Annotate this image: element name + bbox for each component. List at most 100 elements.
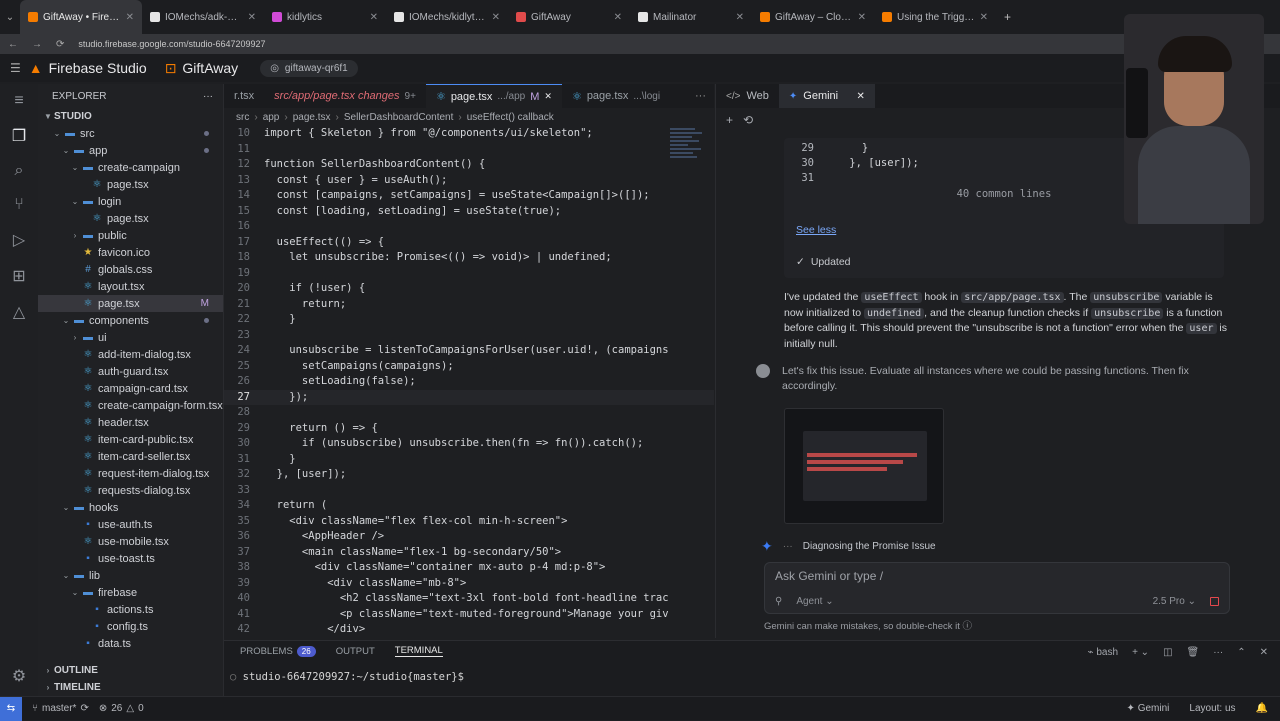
folder-item[interactable]: ⌄ ▬ components [38,312,223,329]
branch-indicator[interactable]: ⑂ master* ⟳ [32,703,89,714]
settings-gear-icon[interactable]: ⚙ [12,666,26,686]
folder-item[interactable]: ⌄ ▬ app [38,142,223,159]
brand[interactable]: ▲ Firebase Studio [29,60,147,76]
close-icon[interactable]: ✕ [980,12,988,23]
close-icon[interactable]: ✕ [370,12,378,23]
browser-tab[interactable]: GiftAway ✕ [508,0,630,34]
file-item[interactable]: ⚛ requests-dialog.tsx [38,482,223,499]
folder-item[interactable]: › ▬ ui [38,329,223,346]
file-item[interactable]: ⚛ add-item-dialog.tsx [38,346,223,363]
breadcrumb-item[interactable]: useEffect() callback [467,112,554,123]
trash-icon[interactable]: 🗑 [1187,647,1200,658]
gemini-tab[interactable]: ✦ Gemini ✕ [778,84,875,108]
close-icon[interactable]: ✕ [736,12,744,23]
close-icon[interactable]: ✕ [248,12,256,23]
maximize-icon[interactable]: ⌃ [1237,647,1245,658]
folder-item[interactable]: ⌄ ▬ firebase [38,584,223,601]
more-icon[interactable]: ··· [1213,647,1223,658]
file-item[interactable]: ▪ actions.ts [38,601,223,618]
editor-tab[interactable]: src/app/page.tsx changes 9+ [264,84,426,108]
file-item[interactable]: ▪ data.ts [38,635,223,652]
agent-mode-dropdown[interactable]: Agent ⌄ [796,596,833,607]
problems-indicator[interactable]: ⊗ 26 △ 0 [99,703,144,714]
reload-icon[interactable]: ⟳ [56,39,64,50]
workspace-chip[interactable]: ◎ giftaway-qr6f1 [260,59,358,77]
folder-item[interactable]: › ▬ public [38,227,223,244]
minimap[interactable] [670,128,706,198]
browser-tab[interactable]: Mailinator ✕ [630,0,752,34]
chat-input[interactable]: Ask Gemini or type / ⚲ Agent ⌄ 2.5 Pro ⌄ [764,562,1230,614]
file-item[interactable]: ▪ use-auth.ts [38,516,223,533]
editor-tab[interactable]: ⚛ page.tsx .../app M ✕ [425,84,562,108]
file-item[interactable]: ⚛ item-card-seller.tsx [38,448,223,465]
browser-tab[interactable]: GiftAway – Cloud Fires ✕ [752,0,874,34]
search-icon[interactable]: ⌕ [15,162,24,180]
timeline-section[interactable]: › TIMELINE [38,679,101,696]
code-area[interactable]: 10 import { Skeleton } from "@/components… [224,126,714,636]
close-icon[interactable]: ✕ [614,12,622,23]
attach-icon[interactable]: ⚲ [775,596,782,607]
close-panel-icon[interactable]: ✕ [1260,647,1268,658]
browser-tab[interactable]: Using the Trigger Email ✕ [874,0,996,34]
panel-tab[interactable]: TERMINAL [394,645,443,657]
info-icon[interactable]: ⓘ [963,621,973,632]
file-item[interactable]: ★ favicon.ico [38,244,223,261]
layout-status[interactable]: Layout: us [1189,703,1235,714]
close-icon[interactable]: ✕ [492,12,500,23]
forward-icon[interactable]: → [32,39,42,50]
folder-item[interactable]: ⌄ ▬ lib [38,567,223,584]
gemini-tab[interactable]: </> Web [716,84,779,108]
more-actions-icon[interactable]: ··· [203,91,213,102]
breadcrumb-item[interactable]: SellerDashboardContent [344,112,454,123]
new-tab-button[interactable]: + [996,10,1019,24]
folder-item[interactable]: ⌄ ▬ login [38,193,223,210]
terminal-shell[interactable]: ⌁ bash [1088,647,1119,658]
more-actions-icon[interactable]: ··· [687,84,714,108]
file-item[interactable]: ⚛ page.tsx [38,176,223,193]
browser-tab[interactable]: GiftAway • Firebase Stu ✕ [20,0,142,34]
remote-icon[interactable]: ⇆ [0,696,22,721]
file-item[interactable]: ⚛ create-campaign-form.tsx [38,397,223,414]
back-icon[interactable]: ← [8,39,18,50]
close-icon[interactable]: ✕ [126,12,134,23]
source-control-icon[interactable]: ⑂ [14,196,24,214]
gemini-status[interactable]: ✦ Gemini [1127,703,1170,714]
project[interactable]: ⊡ GiftAway [165,60,239,77]
panel-tab[interactable]: OUTPUT [336,646,375,657]
browser-tab[interactable]: kidlytics ✕ [264,0,386,34]
new-terminal-icon[interactable]: + ⌄ [1132,647,1149,658]
file-item[interactable]: ⚛ page.tsx [38,210,223,227]
url-text[interactable]: studio.firebase.google.com/studio-664720… [78,39,265,49]
file-item[interactable]: # globals.css [38,261,223,278]
run-debug-icon[interactable]: ▷ [13,230,25,250]
notifications-icon[interactable]: 🔔 [1256,703,1268,714]
model-dropdown[interactable]: 2.5 Pro ⌄ [1153,596,1196,607]
breadcrumb-item[interactable]: src [236,112,249,123]
screenshot-attachment[interactable] [784,408,944,524]
file-item[interactable]: ▪ config.ts [38,618,223,635]
new-chat-icon[interactable]: + [726,113,733,127]
file-item[interactable]: ⚛ use-mobile.tsx [38,533,223,550]
breadcrumb-item[interactable]: page.tsx [293,112,331,123]
close-icon[interactable]: ✕ [544,91,552,102]
folder-item[interactable]: ⌄ ▬ src [38,125,223,142]
history-icon[interactable]: ⟲ [743,113,753,127]
extensions-icon[interactable]: ⊞ [12,266,25,286]
browser-tab[interactable]: IOMechs/adk-nexus ✕ [142,0,264,34]
browser-tab[interactable]: IOMechs/kidlytics ✕ [386,0,508,34]
split-terminal-icon[interactable]: ◫ [1163,647,1172,658]
folder-item[interactable]: ⌄ ▬ hooks [38,499,223,516]
file-item[interactable]: ⚛ request-item-dialog.tsx [38,465,223,482]
firebase-icon[interactable]: △ [13,302,25,322]
tab-search-icon[interactable]: ⌄ [0,12,20,23]
breadcrumb-item[interactable]: app [263,112,280,123]
sync-icon[interactable]: ⟳ [80,703,88,714]
file-item[interactable]: ⚛ header.tsx [38,414,223,431]
see-less-link[interactable]: See less [796,224,836,236]
panel-tab[interactable]: PROBLEMS 26 [240,645,316,657]
menu-icon[interactable]: ☰ [10,61,21,75]
folder-item[interactable]: ⌄ ▬ create-campaign [38,159,223,176]
editor-tab[interactable]: r.tsx [224,84,264,108]
file-item[interactable]: ⚛ page.tsx M [38,295,223,312]
file-item[interactable]: ⚛ layout.tsx [38,278,223,295]
